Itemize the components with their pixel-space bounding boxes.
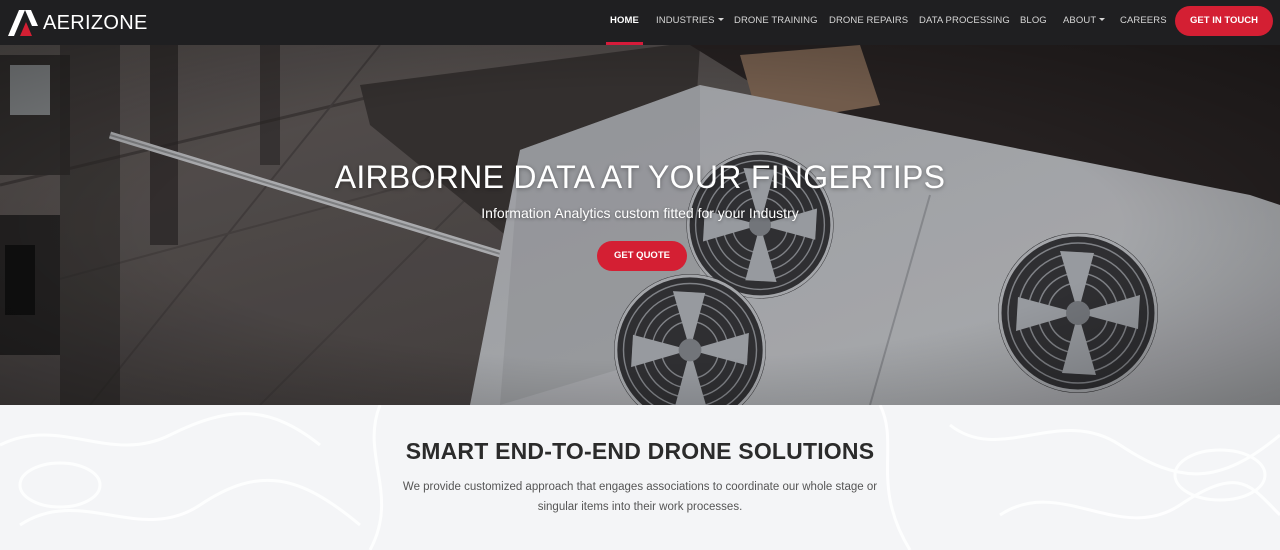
nav-label: BLOG [1020, 15, 1047, 26]
nav-label: CAREERS [1120, 15, 1167, 26]
nav-label: DRONE TRAINING [734, 15, 818, 26]
aerizone-a-logo-icon [8, 10, 38, 36]
nav-item-home[interactable]: HOME [606, 0, 643, 45]
hero-subtitle: Information Analytics custom fitted for … [481, 205, 799, 221]
solutions-section: SMART END-TO-END DRONE SOLUTIONS We prov… [0, 405, 1280, 550]
section-title: SMART END-TO-END DRONE SOLUTIONS [405, 438, 875, 464]
rooftop-hvac-photo [0, 45, 1280, 405]
nav-item-industries[interactable]: INDUSTRIES [656, 0, 724, 45]
get-in-touch-button[interactable]: GET IN TOUCH [1175, 6, 1273, 36]
nav-label: INDUSTRIES [656, 15, 715, 26]
get-quote-button[interactable]: GET QUOTE [597, 241, 687, 271]
nav-item-drone-training[interactable]: DRONE TRAINING [734, 0, 818, 45]
chevron-down-icon [717, 17, 724, 21]
top-navbar: AERIZONE HOME INDUSTRIES DRONE TRAINING … [0, 0, 1280, 45]
section-description: We provide customized approach that enga… [402, 481, 878, 513]
nav-label: HOME [610, 15, 639, 26]
brand-logo[interactable]: AERIZONE [8, 10, 148, 36]
nav-label: DATA PROCESSING [919, 15, 1010, 26]
brand-name: AERIZONE [43, 12, 148, 34]
chevron-down-icon [1099, 17, 1106, 21]
nav-label: DRONE REPAIRS [829, 15, 909, 26]
nav-item-drone-repairs[interactable]: DRONE REPAIRS [829, 0, 908, 45]
nav-label: ABOUT [1063, 15, 1097, 26]
nav-item-blog[interactable]: BLOG [1020, 0, 1047, 45]
nav-item-data-processing[interactable]: DATA PROCESSING [919, 0, 1010, 45]
hero-banner: AIRBORNE DATA AT YOUR FINGERTIPS Informa… [0, 45, 1280, 405]
nav-item-careers[interactable]: CAREERS [1120, 0, 1167, 45]
hero-title: AIRBORNE DATA AT YOUR FINGERTIPS [334, 159, 946, 195]
nav-item-about[interactable]: ABOUT [1063, 0, 1106, 45]
